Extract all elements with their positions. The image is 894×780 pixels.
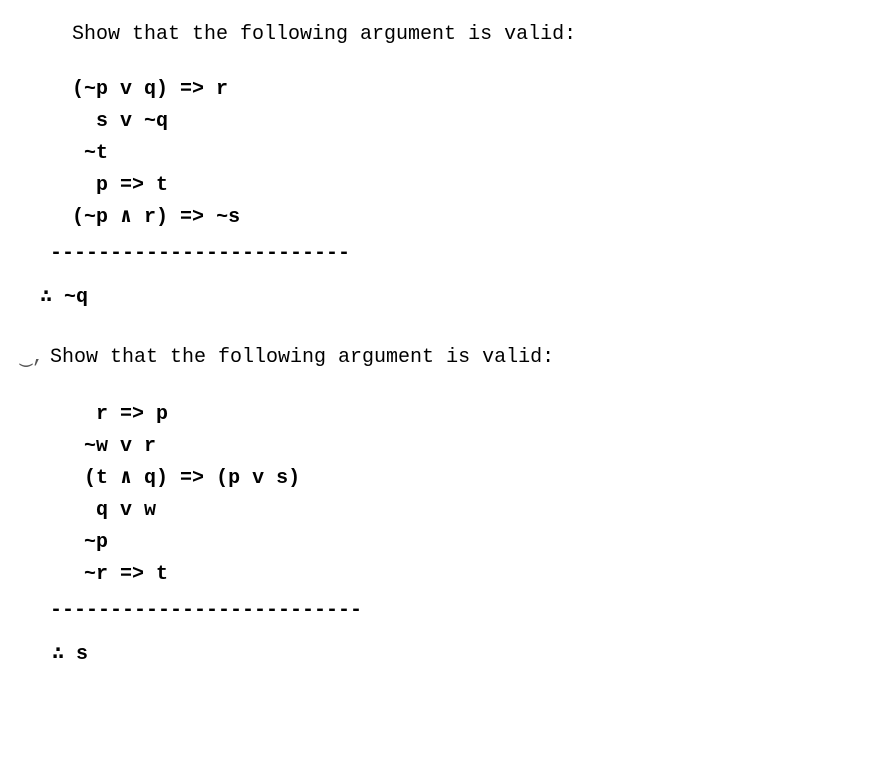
problem-2-premises: r => p ~w v r (t ∧ q) => (p v s) q v w ~… bbox=[60, 400, 874, 590]
problem-1-divider: ------------------------- bbox=[50, 239, 874, 269]
problem-1: Show that the following argument is vali… bbox=[20, 20, 874, 313]
premise-line: ~r => t bbox=[60, 560, 874, 590]
premise-line: (~p ∧ r) => ~s bbox=[60, 203, 874, 233]
problem-1-conclusion: ∴ ~q bbox=[40, 283, 874, 313]
premise-line: (t ∧ q) => (p v s) bbox=[60, 464, 874, 494]
problem-2-prompt: Show that the following argument is vali… bbox=[50, 343, 554, 373]
problem-1-prompt: Show that the following argument is vali… bbox=[72, 20, 874, 50]
premise-line: ~p bbox=[60, 528, 874, 558]
problem-2-conclusion: ∴ s bbox=[40, 640, 874, 670]
premise-line: ~w v r bbox=[60, 432, 874, 462]
problem-2-divider: -------------------------- bbox=[50, 596, 874, 626]
problem-2: ‿, Show that the following argument is v… bbox=[20, 343, 874, 670]
premise-line: s v ~q bbox=[60, 107, 874, 137]
problem-1-premises: (~p v q) => r s v ~q ~t p => t (~p ∧ r) … bbox=[60, 75, 874, 233]
premise-line: q v w bbox=[60, 496, 874, 526]
problem-2-marker: ‿, bbox=[20, 343, 50, 398]
premise-line: (~p v q) => r bbox=[60, 75, 874, 105]
premise-line: p => t bbox=[60, 171, 874, 201]
premise-line: ~t bbox=[60, 139, 874, 169]
premise-line: r => p bbox=[60, 400, 874, 430]
